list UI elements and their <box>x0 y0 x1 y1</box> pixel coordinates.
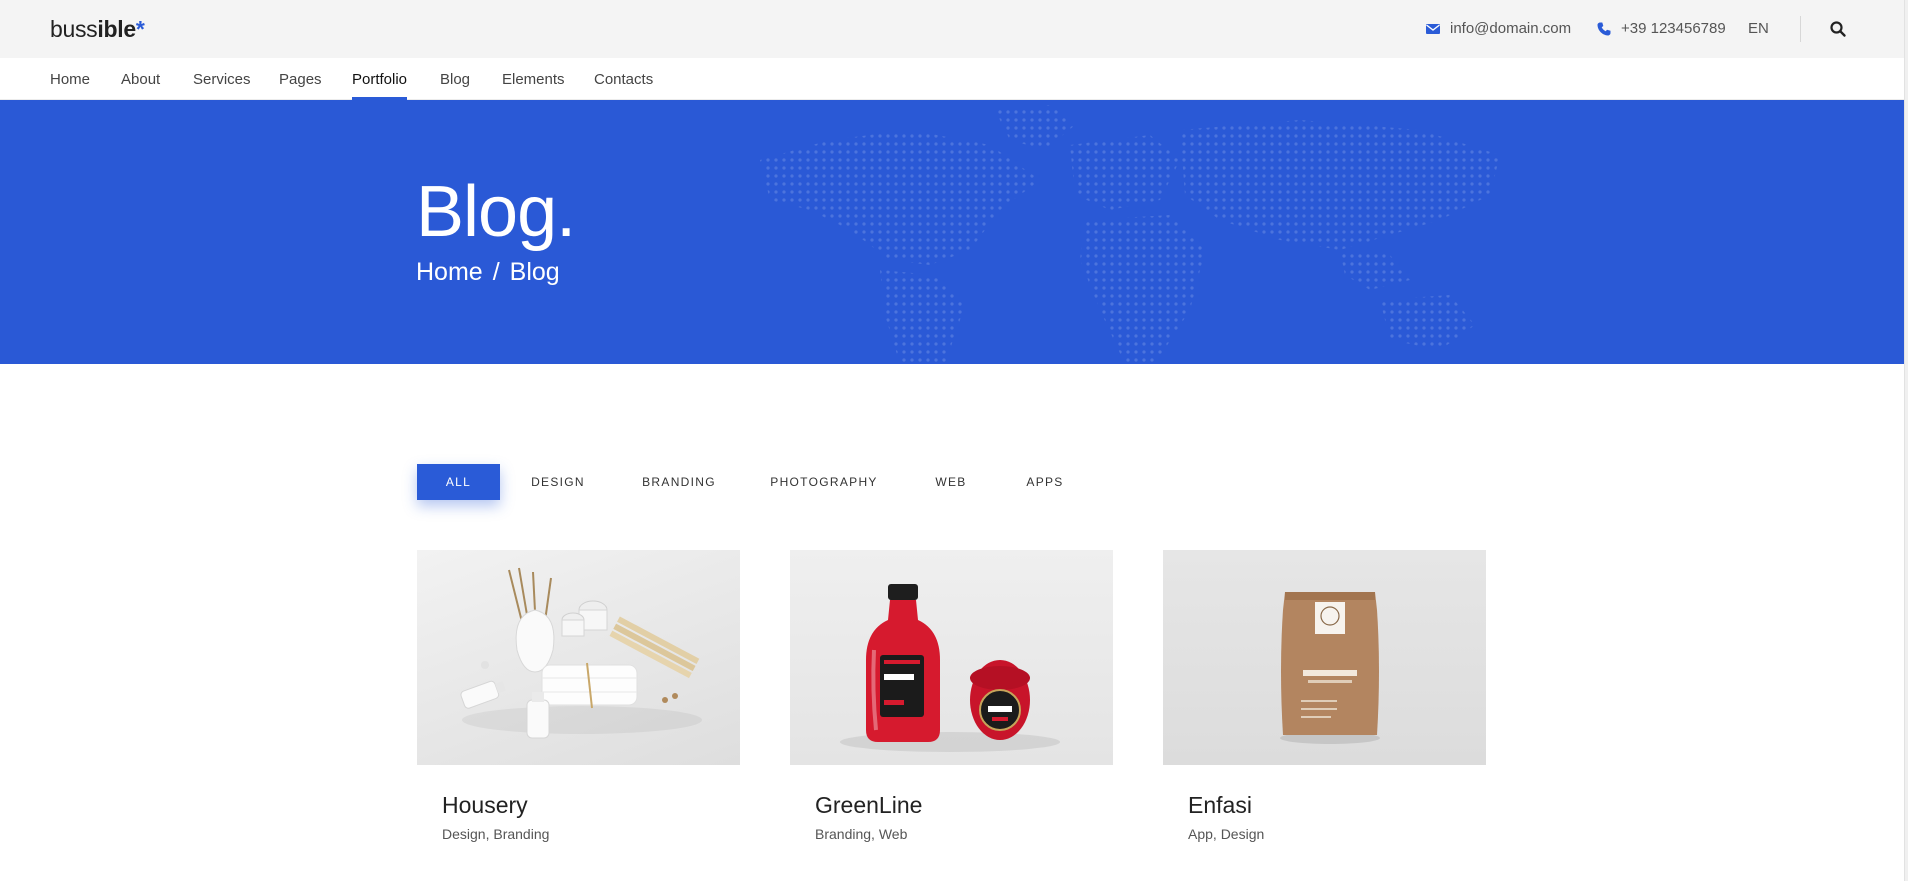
portfolio-image[interactable] <box>1163 550 1486 765</box>
nav-item-elements[interactable]: Elements <box>502 71 565 100</box>
portfolio-card-title[interactable]: Enfasi <box>1188 792 1252 819</box>
site-logo[interactable]: bussible* <box>50 16 145 43</box>
portfolio-card-housery[interactable]: Housery Design, Branding <box>417 550 740 842</box>
email-contact[interactable]: info@domain.com <box>1425 20 1571 37</box>
portfolio-card-enfasi[interactable]: Enfasi App, Design <box>1163 550 1486 842</box>
scrollbar-track[interactable] <box>1904 0 1908 881</box>
portfolio-card-tags: Design, Branding <box>442 826 550 842</box>
page-title: Blog. <box>416 172 576 252</box>
enfasi-pouch-illustration <box>1280 592 1380 744</box>
filter-web[interactable]: WEB <box>926 464 976 500</box>
filter-apps[interactable]: APPS <box>1020 464 1070 500</box>
header-divider <box>1800 16 1801 42</box>
housery-mockup-illustration <box>460 567 702 739</box>
portfolio-card-tags: App, Design <box>1188 826 1265 842</box>
logo-star: * <box>135 16 145 42</box>
phone-text: +39 123456789 <box>1621 20 1726 37</box>
nav-item-contacts[interactable]: Contacts <box>594 71 653 100</box>
top-bar: bussible* info@domain.com +39 123456789 … <box>0 0 1904 58</box>
nav-item-about[interactable]: About <box>121 71 160 100</box>
envelope-icon <box>1426 23 1440 34</box>
portfolio-image[interactable] <box>790 550 1113 765</box>
phone-icon <box>1597 22 1611 35</box>
portfolio-card-tags: Branding, Web <box>815 826 908 842</box>
filter-branding[interactable]: BRANDING <box>633 464 725 500</box>
greenline-bottle-illustration <box>840 584 1060 752</box>
portfolio-card-title[interactable]: Housery <box>442 792 528 819</box>
breadcrumb-separator: / <box>492 258 500 286</box>
nav-item-home[interactable]: Home <box>50 71 90 100</box>
logo-text-light: buss <box>50 16 98 42</box>
email-text: info@domain.com <box>1450 20 1572 37</box>
nav-item-blog[interactable]: Blog <box>440 71 470 100</box>
phone-contact[interactable]: +39 123456789 <box>1596 20 1726 37</box>
logo-text-bold: ible <box>97 16 136 42</box>
portfolio-image[interactable] <box>417 550 740 765</box>
filter-design[interactable]: DESIGN <box>520 464 596 500</box>
breadcrumb-current: Blog <box>509 258 560 286</box>
breadcrumb: Home / Blog <box>416 258 560 287</box>
language-selector[interactable]: EN <box>1748 20 1769 37</box>
search-icon[interactable] <box>1829 20 1847 38</box>
portfolio-card-title[interactable]: GreenLine <box>815 792 922 819</box>
nav-item-pages[interactable]: Pages <box>279 71 322 100</box>
world-map-dots <box>760 105 1500 364</box>
portfolio-card-greenline[interactable]: GreenLine Branding, Web <box>790 550 1113 842</box>
filter-all[interactable]: ALL <box>417 464 500 500</box>
main-navigation: Home About Services Pages Portfolio Blog… <box>0 58 1904 100</box>
filter-photography[interactable]: PHOTOGRAPHY <box>766 464 882 500</box>
nav-item-portfolio[interactable]: Portfolio <box>352 71 408 100</box>
breadcrumb-home-link[interactable]: Home <box>416 258 483 287</box>
nav-item-services[interactable]: Services <box>193 71 251 100</box>
page-hero: Blog. Home / Blog <box>0 100 1904 364</box>
